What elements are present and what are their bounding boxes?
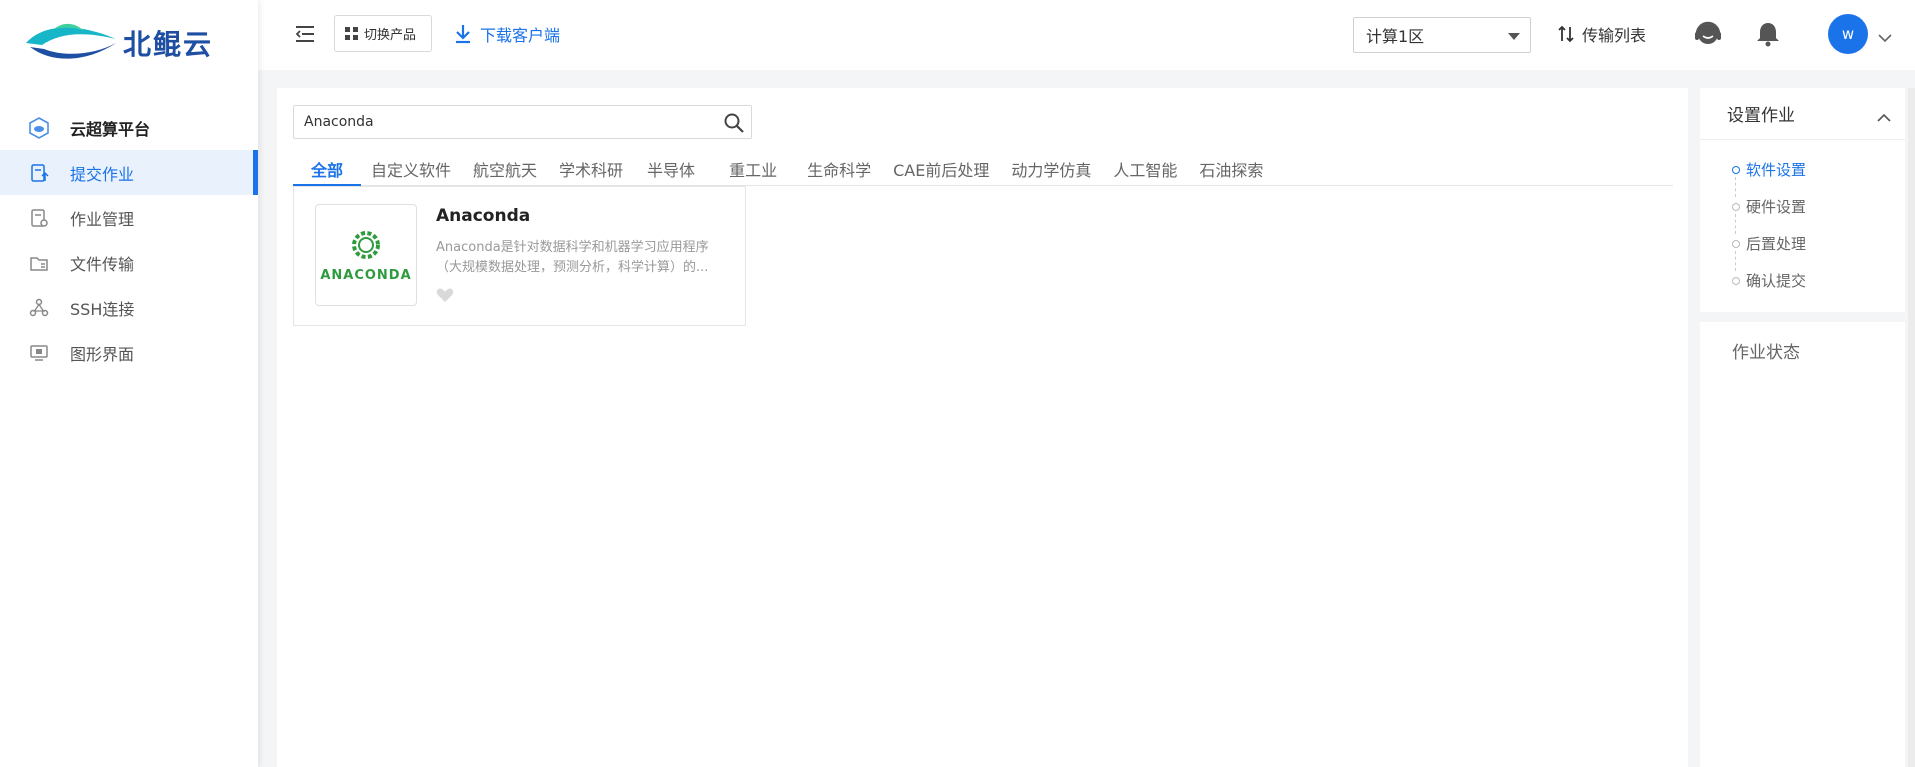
tab-academic-research[interactable]: 学术科研 xyxy=(559,156,623,186)
job-settings-header[interactable]: 设置作业 xyxy=(1700,88,1905,140)
step-label: 软件设置 xyxy=(1746,161,1807,179)
brand-name: 北鲲云 xyxy=(123,28,214,61)
network-icon xyxy=(28,297,50,319)
folder-icon xyxy=(28,252,50,274)
step-software-settings[interactable]: 软件设置 xyxy=(1732,160,1806,197)
description-line: Anaconda是针对数据科学和机器学习应用程序 xyxy=(436,240,709,255)
step-connector xyxy=(1735,177,1736,197)
job-settings-title: 设置作业 xyxy=(1727,106,1795,126)
favorite-heart-icon[interactable] xyxy=(436,287,454,303)
monitor-icon xyxy=(28,342,50,364)
grid-icon xyxy=(345,27,358,40)
sidebar-item-gui[interactable]: 图形界面 xyxy=(0,330,258,375)
compute-zone-value: 计算1区 xyxy=(1366,27,1425,46)
sidebar: 北鲲云 云超算平台 提交作业 作业管理 文件传输 SSH连接 图形界面 xyxy=(0,0,258,767)
bell-icon[interactable] xyxy=(1754,20,1782,48)
job-status-title: 作业状态 xyxy=(1732,343,1800,363)
fish-logo-icon xyxy=(26,23,116,59)
sidebar-nav: 云超算平台 提交作业 作业管理 文件传输 SSH连接 图形界面 xyxy=(0,105,258,375)
category-tabs: 全部 自定义软件 航空航天 学术科研 半导体 重工业 生命科学 CAE前后处理 … xyxy=(293,156,1673,186)
sidebar-item-cloud-platform[interactable]: 云超算平台 xyxy=(0,105,258,150)
sidebar-item-label: 图形界面 xyxy=(70,344,135,364)
anaconda-logo-text: ANACONDA xyxy=(320,267,412,283)
download-client-link[interactable]: 下载客户端 xyxy=(454,20,560,48)
step-connector xyxy=(1735,251,1736,271)
tab-life-science[interactable]: 生命科学 xyxy=(807,156,871,186)
switch-product-label: 切换产品 xyxy=(364,28,417,43)
sidebar-item-label: SSH连接 xyxy=(70,299,135,319)
step-hardware-settings[interactable]: 硬件设置 xyxy=(1732,197,1806,234)
sidebar-item-label: 文件传输 xyxy=(70,254,135,274)
step-dot-icon xyxy=(1732,166,1740,174)
sidebar-item-job-management[interactable]: 作业管理 xyxy=(0,195,258,240)
download-icon xyxy=(456,25,470,44)
upload-doc-icon xyxy=(28,162,50,184)
switch-product-button[interactable]: 切换产品 xyxy=(334,15,432,52)
brand-logo[interactable]: 北鲲云 xyxy=(24,18,213,68)
tab-dynamics-simulation[interactable]: 动力学仿真 xyxy=(1011,156,1091,186)
sidebar-item-label: 作业管理 xyxy=(70,209,135,229)
tab-aerospace[interactable]: 航空航天 xyxy=(473,156,537,186)
tab-heavy-industry[interactable]: 重工业 xyxy=(729,156,777,186)
transfer-arrows-icon xyxy=(1558,25,1574,43)
step-dot-icon xyxy=(1732,240,1740,248)
anaconda-ring-icon xyxy=(352,230,380,259)
tab-all[interactable]: 全部 xyxy=(293,156,361,186)
step-confirm-submit[interactable]: 确认提交 xyxy=(1732,271,1806,308)
job-settings-card: 设置作业 软件设置 硬件设置 后置处理 确认提交 xyxy=(1700,88,1905,312)
doc-settings-icon xyxy=(28,207,50,229)
step-dot-icon xyxy=(1732,203,1740,211)
step-dot-icon xyxy=(1732,277,1740,285)
right-panel: 设置作业 软件设置 硬件设置 后置处理 确认提交 作业状态 xyxy=(1700,88,1905,767)
search-input[interactable] xyxy=(294,106,704,138)
anaconda-logo: ANACONDA xyxy=(315,204,417,306)
search-icon[interactable] xyxy=(723,112,745,134)
step-connector xyxy=(1735,214,1736,234)
sidebar-item-ssh[interactable]: SSH连接 xyxy=(0,285,258,330)
software-title: Anaconda xyxy=(436,206,531,226)
software-search xyxy=(293,105,752,139)
software-description: Anaconda是针对数据科学和机器学习应用程序 （大规模数据处理，预测分析，科… xyxy=(436,238,736,278)
main-panel: 全部 自定义软件 航空航天 学术科研 半导体 重工业 生命科学 CAE前后处理 … xyxy=(277,88,1688,767)
transfer-list-button[interactable]: 传输列表 xyxy=(1556,22,1646,46)
transfer-list-label: 传输列表 xyxy=(1582,26,1647,45)
tab-petroleum[interactable]: 石油探索 xyxy=(1199,156,1263,186)
tab-custom-software[interactable]: 自定义软件 xyxy=(371,156,451,186)
step-label: 硬件设置 xyxy=(1746,198,1807,216)
step-post-processing[interactable]: 后置处理 xyxy=(1732,234,1806,271)
menu-collapse-icon[interactable] xyxy=(294,24,316,44)
tab-semiconductor[interactable]: 半导体 xyxy=(647,156,695,186)
sidebar-item-file-transfer[interactable]: 文件传输 xyxy=(0,240,258,285)
settings-steps: 软件设置 硬件设置 后置处理 确认提交 xyxy=(1732,160,1806,308)
software-card[interactable]: ANACONDA Anaconda Anaconda是针对数据科学和机器学习应用… xyxy=(293,186,746,326)
tab-cae-processing[interactable]: CAE前后处理 xyxy=(893,156,989,186)
job-status-card: 作业状态 xyxy=(1700,312,1905,767)
page-scrollbar[interactable] xyxy=(1908,88,1915,767)
top-bar: 切换产品 下载客户端 计算1区 传输列表 w xyxy=(258,0,1915,70)
caret-down-icon xyxy=(1508,33,1520,40)
compute-zone-select[interactable]: 计算1区 xyxy=(1353,17,1531,53)
chevron-down-icon[interactable] xyxy=(1878,28,1892,43)
sidebar-item-label: 云超算平台 xyxy=(70,119,151,139)
description-line: （大规模数据处理，预测分析，科学计算）的... xyxy=(436,260,709,275)
sidebar-item-submit-job[interactable]: 提交作业 xyxy=(0,150,258,195)
tab-ai[interactable]: 人工智能 xyxy=(1113,156,1177,186)
chevron-up-icon[interactable] xyxy=(1877,108,1891,122)
step-label: 后置处理 xyxy=(1746,235,1807,253)
cloud-icon xyxy=(28,116,50,139)
avatar[interactable]: w xyxy=(1828,14,1868,54)
step-label: 确认提交 xyxy=(1746,272,1807,290)
download-client-label: 下载客户端 xyxy=(480,26,561,45)
sidebar-item-label: 提交作业 xyxy=(70,164,135,184)
customer-service-icon[interactable] xyxy=(1692,18,1724,50)
